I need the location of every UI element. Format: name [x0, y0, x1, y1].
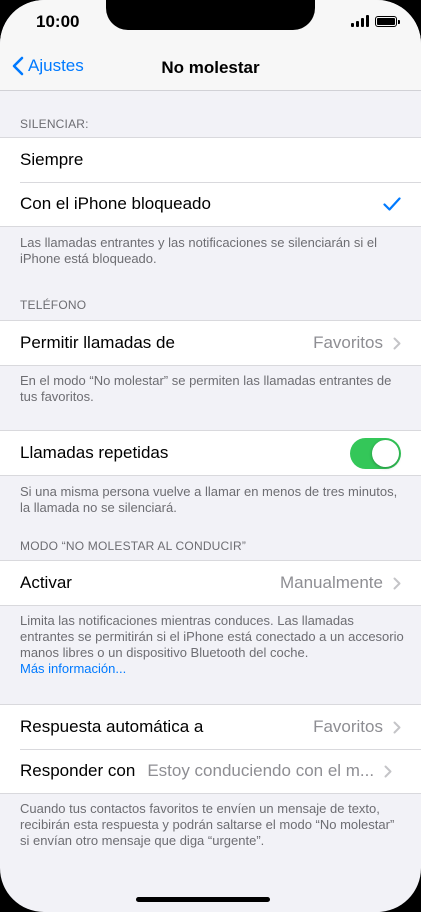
respuesta-automatica-row[interactable]: Respuesta automática a Favoritos [0, 705, 421, 749]
row-value: Manualmente [279, 573, 383, 592]
respuesta-group: Respuesta automática a Favoritos Respond… [0, 704, 421, 794]
navigation-bar: Ajustes No molestar [0, 46, 421, 91]
option-con-iphone-bloqueado[interactable]: Con el iPhone bloqueado [0, 182, 421, 226]
battery-icon [375, 15, 400, 27]
row-label: Activar [20, 573, 72, 592]
option-siempre[interactable]: Siempre [0, 138, 421, 182]
row-label: Llamadas repetidas [20, 443, 169, 462]
repetidas-group: Llamadas repetidas [0, 430, 421, 476]
row-value: Estoy conduciendo con el m... [147, 761, 375, 780]
option-label: Siempre [20, 150, 84, 169]
home-indicator[interactable] [136, 897, 270, 902]
row-label: Respuesta automática a [20, 717, 204, 736]
activar-group: Activar Manualmente [0, 560, 421, 606]
responder-con-row[interactable]: Responder con Estoy conduciendo con el m… [0, 749, 421, 793]
chevron-right-icon [393, 721, 401, 733]
section-header-telefono: TELÉFONO [20, 298, 87, 312]
row-label: Responder con [20, 761, 136, 780]
llamadas-repetidas-row: Llamadas repetidas [0, 431, 421, 475]
status-bar: 10:00 [0, 0, 421, 46]
permitir-footer: En el modo “No molestar” se permiten las… [20, 373, 392, 404]
status-time: 10:00 [36, 12, 80, 31]
row-value: Favoritos [313, 333, 383, 352]
checkmark-icon [383, 197, 401, 211]
repetidas-footer: Si una misma persona vuelve a llamar en … [20, 484, 398, 515]
signal-icon [351, 15, 369, 27]
option-label: Con el iPhone bloqueado [20, 194, 211, 213]
llamadas-repetidas-toggle[interactable] [350, 437, 401, 469]
phone-screen: 10:00 Ajustes No molestar SILENCIAR: Sie… [0, 0, 421, 912]
chevron-right-icon [384, 765, 392, 777]
chevron-right-icon [393, 577, 401, 589]
page-title: No molestar [161, 58, 260, 77]
section-header-conducir: MODO “NO MOLESTAR AL CONDUCIR” [20, 539, 247, 553]
activar-footer-text: Limita las notificaciones mientras condu… [20, 613, 404, 660]
permitir-llamadas-row[interactable]: Permitir llamadas de Favoritos [0, 321, 421, 365]
more-info-link[interactable]: Más información... [20, 661, 405, 677]
conducir-footer: Cuando tus contactos favoritos te envíen… [20, 801, 395, 848]
status-icons [351, 15, 400, 27]
activar-footer: Limita las notificaciones mientras condu… [20, 613, 405, 677]
silenciar-group: Siempre Con el iPhone bloqueado [0, 137, 421, 227]
section-header-silenciar: SILENCIAR: [20, 117, 89, 131]
silenciar-footer: Las llamadas entrantes y las notificacio… [20, 235, 377, 266]
notch [106, 0, 315, 30]
row-label: Permitir llamadas de [20, 333, 175, 352]
chevron-right-icon [393, 337, 401, 349]
activar-row[interactable]: Activar Manualmente [0, 561, 421, 605]
toggle-knob [372, 439, 399, 467]
row-value: Favoritos [313, 717, 383, 736]
permitir-group: Permitir llamadas de Favoritos [0, 320, 421, 366]
